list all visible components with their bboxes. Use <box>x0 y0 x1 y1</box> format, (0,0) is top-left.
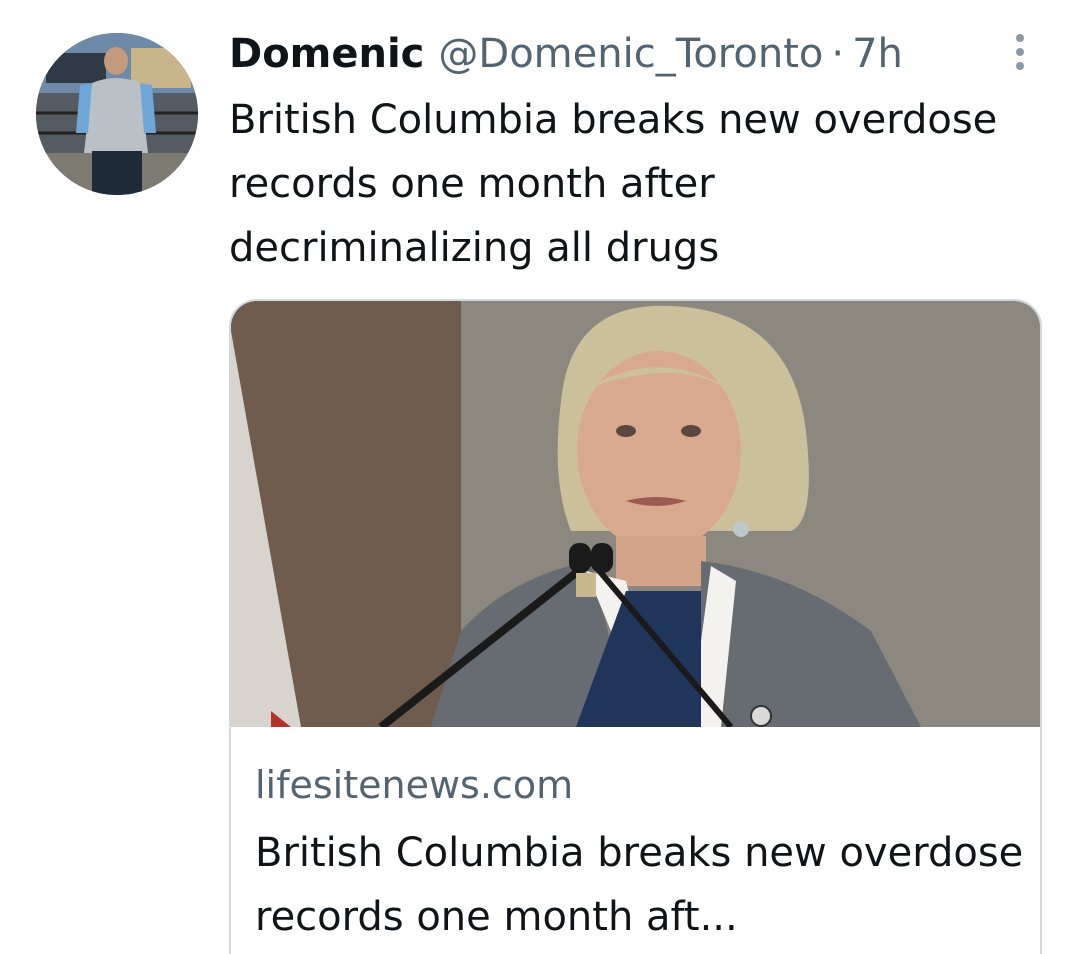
tweet-header: Domenic @Domenic_Toronto · 7h <box>229 26 903 82</box>
header-separator: · <box>831 31 845 77</box>
tweet-timestamp[interactable]: 7h <box>852 31 903 77</box>
more-options-button[interactable] <box>1004 32 1036 72</box>
card-domain: lifesitenews.com <box>255 763 574 807</box>
card-title: British Columbia breaks new overdose rec… <box>255 830 1024 940</box>
avatar-photo <box>36 33 198 195</box>
author-handle[interactable]: @Domenic_Toronto <box>438 31 823 77</box>
author-name[interactable]: Domenic <box>229 31 424 77</box>
tweet[interactable]: Domenic @Domenic_Toronto · 7h British Co… <box>0 0 1080 954</box>
link-preview-card[interactable]: lifesitenews.com British Columbia breaks… <box>229 299 1042 954</box>
tweet-text: British Columbia breaks new overdose rec… <box>229 97 998 271</box>
more-vertical-dots-icon <box>1016 34 1024 70</box>
author-avatar[interactable] <box>36 33 198 195</box>
card-image <box>231 301 1040 727</box>
